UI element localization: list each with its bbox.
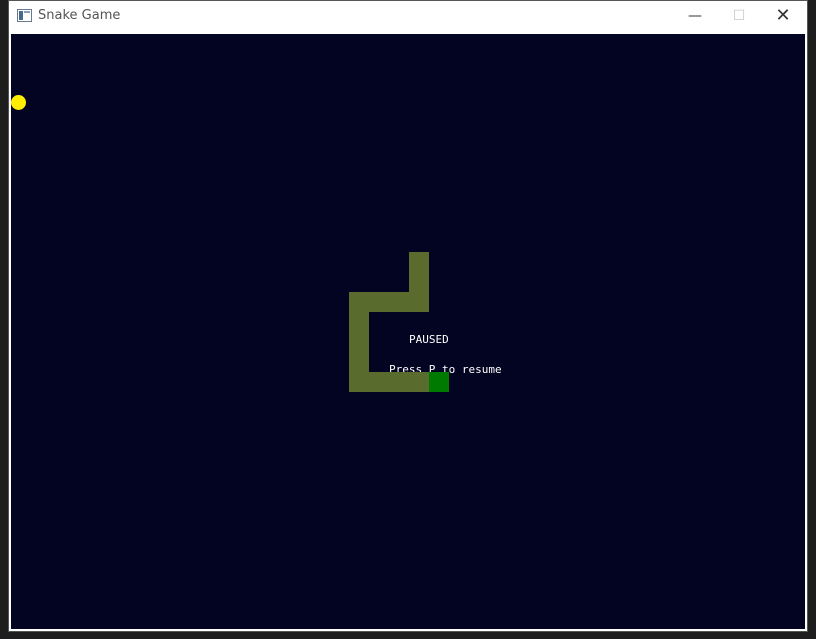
minimize-button[interactable]: — <box>673 1 717 31</box>
game-canvas[interactable]: PAUSED Press P to resume <box>11 34 805 629</box>
game-window: Snake Game — ☐ ✕ PAUSED Press P to resum… <box>8 0 808 632</box>
snake-segment <box>409 292 429 312</box>
snake-segment <box>409 252 429 272</box>
app-window-icon <box>17 9 32 22</box>
snake-segment <box>369 372 389 392</box>
window-title: Snake Game <box>38 8 121 23</box>
snake-segment <box>389 292 409 312</box>
snake-segment <box>349 292 369 312</box>
snake-segment <box>369 292 389 312</box>
snake-segment <box>409 372 429 392</box>
snake-segment <box>349 312 369 332</box>
snake-segment <box>349 372 369 392</box>
title-bar[interactable]: Snake Game — ☐ ✕ <box>9 1 807 33</box>
food-pellet <box>11 95 26 110</box>
snake-segment <box>349 352 369 372</box>
snake-segment <box>409 272 429 292</box>
snake-segment <box>349 332 369 352</box>
close-button[interactable]: ✕ <box>761 1 805 31</box>
snake-segment <box>389 372 409 392</box>
maximize-button[interactable]: ☐ <box>717 1 761 31</box>
paused-label: PAUSED <box>409 333 449 346</box>
snake-head <box>429 372 449 392</box>
